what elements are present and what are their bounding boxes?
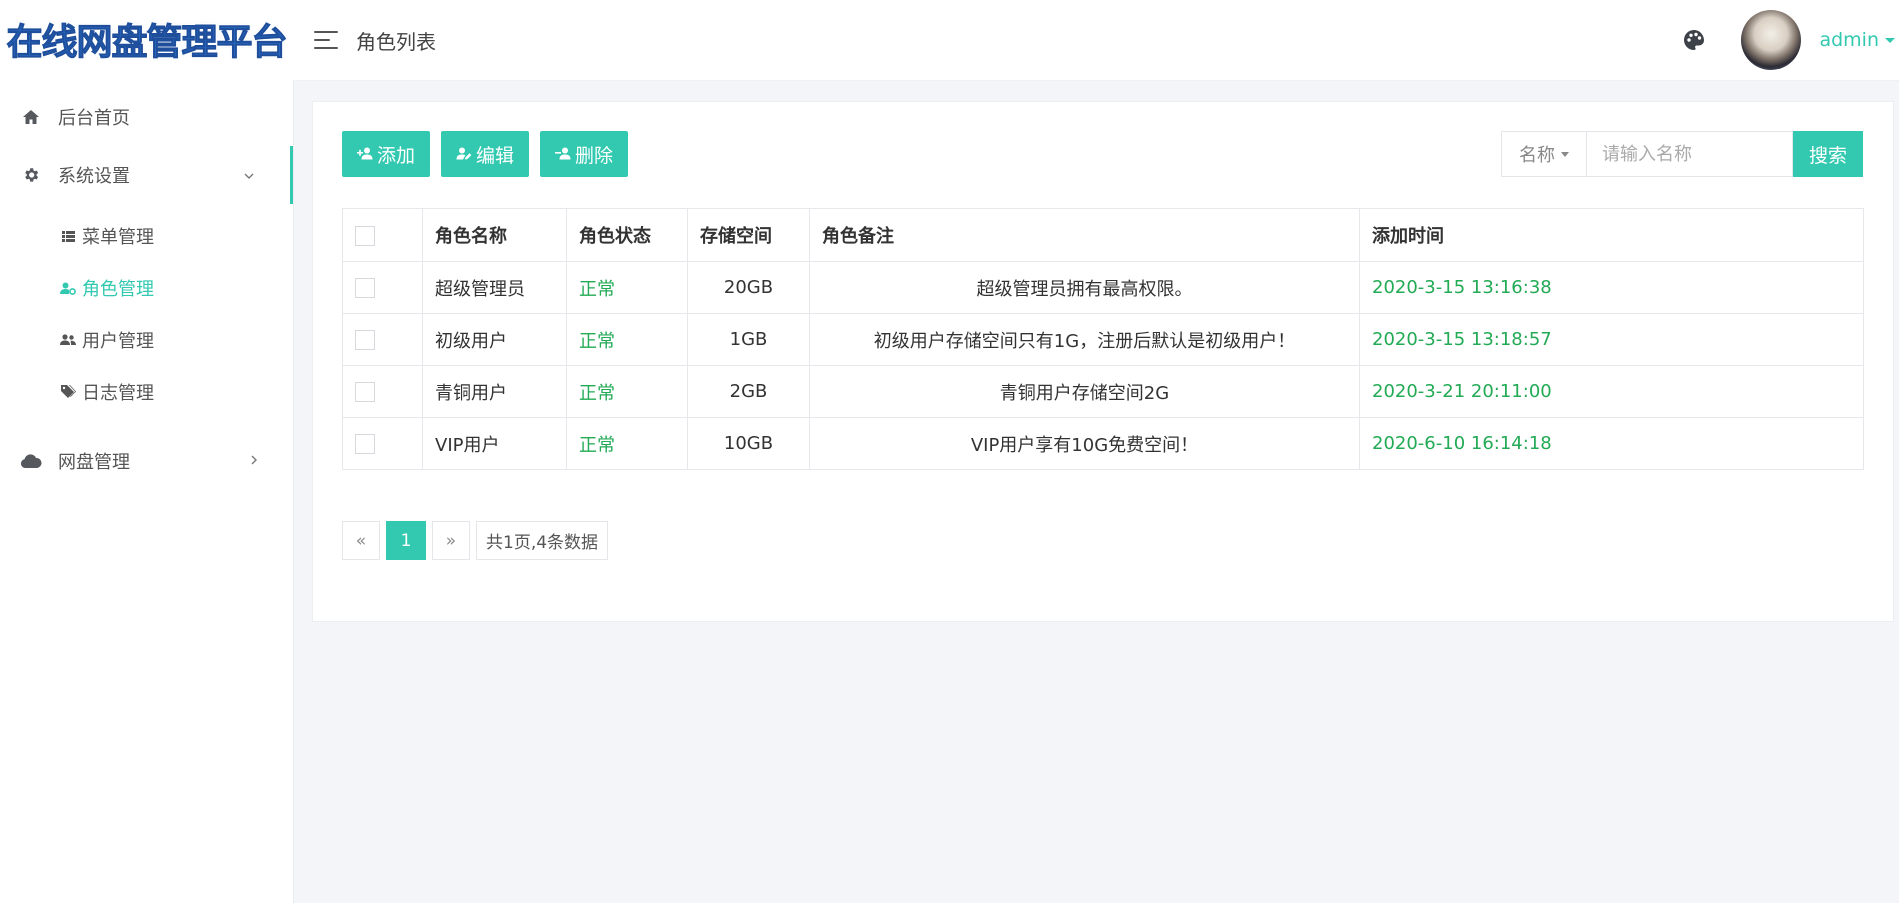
cell-remark: 青铜用户存储空间2G xyxy=(809,365,1360,418)
row-checkbox[interactable] xyxy=(355,330,375,350)
system-settings-submenu: 菜单管理 角色管理 用户管理 日志管理 xyxy=(0,204,293,432)
user-name[interactable]: admin xyxy=(1819,29,1879,51)
tags-icon xyxy=(60,384,76,400)
cell-status: 正常 xyxy=(566,417,688,470)
row-checkbox[interactable] xyxy=(355,434,375,454)
page-title: 角色列表 xyxy=(356,29,436,54)
cell-time: 2020-6-10 16:14:18 xyxy=(1359,417,1864,470)
cell-name: 超级管理员 xyxy=(422,261,567,314)
row-checkbox[interactable] xyxy=(355,278,375,298)
sidebar-item-label: 用户管理 xyxy=(82,331,154,352)
table-header-row: 角色名称 角色状态 存储空间 角色备注 添加时间 xyxy=(342,208,1864,262)
delete-button-label: 删除 xyxy=(575,144,614,167)
select-all-checkbox[interactable] xyxy=(355,225,375,246)
sidebar-item-home[interactable]: 后台首页 xyxy=(0,88,293,146)
palette-icon[interactable] xyxy=(1681,27,1707,53)
menu-toggle-icon[interactable] xyxy=(314,31,338,49)
add-button-label: 添加 xyxy=(377,144,416,167)
cell-space: 20GB xyxy=(687,261,810,314)
cloud-icon xyxy=(20,450,42,472)
toolbar: 添加 编辑 删除 xyxy=(342,131,629,177)
list-icon xyxy=(60,228,76,244)
sidebar-item-label: 后台首页 xyxy=(58,108,130,129)
pagination-info: 共1页,4条数据 xyxy=(476,521,609,560)
cell-time: 2020-3-15 13:18:57 xyxy=(1359,313,1864,366)
content-card: 添加 编辑 删除 名称 搜索 角色名称 角色状态 存储空间 角色备注 添加时间 xyxy=(312,101,1894,622)
select-all-cell xyxy=(342,208,423,262)
col-header[interactable]: 添加时间 xyxy=(1359,208,1864,262)
caret-down-icon xyxy=(1561,151,1569,157)
user-gear-icon xyxy=(60,280,76,296)
sidebar-item-label: 角色管理 xyxy=(82,279,154,300)
table-row[interactable]: 青铜用户 正常 2GB 青铜用户存储空间2G 2020-3-21 20:11:0… xyxy=(342,365,1864,418)
search-field-label: 名称 xyxy=(1519,145,1555,166)
cell-time: 2020-3-21 20:11:00 xyxy=(1359,365,1864,418)
sidebar-item-role-management[interactable]: 角色管理 xyxy=(0,262,293,314)
cell-remark: VIP用户享有10G免费空间！ xyxy=(809,417,1360,470)
table-row[interactable]: 超级管理员 正常 20GB 超级管理员拥有最高权限。 2020-3-15 13:… xyxy=(342,261,1864,314)
logo[interactable]: 在线网盘管理平台 xyxy=(0,0,293,78)
cell-name: 初级用户 xyxy=(422,313,567,366)
cell-time: 2020-3-15 13:16:38 xyxy=(1359,261,1864,314)
sidebar-item-label: 系统设置 xyxy=(58,166,130,187)
roles-table: 角色名称 角色状态 存储空间 角色备注 添加时间 超级管理员 正常 20GB 超… xyxy=(342,208,1864,470)
cell-name: 青铜用户 xyxy=(422,365,567,418)
cell-status: 正常 xyxy=(566,365,688,418)
cell-remark: 初级用户存储空间只有1G，注册后默认是初级用户！ xyxy=(809,313,1360,366)
sidebar-item-label: 日志管理 xyxy=(82,383,154,404)
sidebar-item-log-management[interactable]: 日志管理 xyxy=(0,366,293,418)
gear-icon xyxy=(20,164,42,186)
cell-remark: 超级管理员拥有最高权限。 xyxy=(809,261,1360,314)
user-plus-icon xyxy=(357,147,375,161)
col-header[interactable]: 角色名称 xyxy=(422,208,567,262)
user-minus-icon xyxy=(555,147,573,161)
search-bar: 名称 搜索 xyxy=(1501,131,1863,177)
col-header[interactable]: 存储空间 xyxy=(687,208,810,262)
chevron-down-icon xyxy=(244,167,254,183)
cell-name: VIP用户 xyxy=(422,417,567,470)
table-row[interactable]: VIP用户 正常 10GB VIP用户享有10G免费空间！ 2020-6-10 … xyxy=(342,417,1864,470)
user-edit-icon xyxy=(456,147,474,161)
row-select-cell xyxy=(342,261,423,314)
page-1-button[interactable]: 1 xyxy=(386,521,426,560)
search-field-select[interactable]: 名称 xyxy=(1501,131,1586,177)
header-right: admin xyxy=(1681,0,1899,80)
caret-down-icon[interactable] xyxy=(1885,37,1895,43)
cell-status: 正常 xyxy=(566,313,688,366)
cell-space: 1GB xyxy=(687,313,810,366)
sidebar: 在线网盘管理平台 后台首页 系统设置 菜单管理 角色管理 用户管理 日志管理 网… xyxy=(0,0,294,903)
col-header[interactable]: 角色状态 xyxy=(566,208,688,262)
top-header: 角色列表 admin xyxy=(293,0,1899,81)
row-select-cell xyxy=(342,313,423,366)
sidebar-item-menu-management[interactable]: 菜单管理 xyxy=(0,210,293,262)
cell-space: 10GB xyxy=(687,417,810,470)
home-icon xyxy=(20,106,42,128)
sidebar-item-netdisk[interactable]: 网盘管理 xyxy=(0,432,293,490)
chevron-right-icon xyxy=(251,453,257,469)
add-button[interactable]: 添加 xyxy=(342,131,431,177)
avatar[interactable] xyxy=(1741,10,1802,70)
row-select-cell xyxy=(342,365,423,418)
cell-space: 2GB xyxy=(687,365,810,418)
prev-page-button[interactable]: « xyxy=(342,521,380,560)
col-header[interactable]: 角色备注 xyxy=(809,208,1360,262)
users-icon xyxy=(60,332,76,348)
row-select-cell xyxy=(342,417,423,470)
sidebar-item-label: 网盘管理 xyxy=(58,452,130,473)
delete-button[interactable]: 删除 xyxy=(540,131,629,177)
sidebar-item-user-management[interactable]: 用户管理 xyxy=(0,314,293,366)
edit-button[interactable]: 编辑 xyxy=(441,131,530,177)
edit-button-label: 编辑 xyxy=(476,144,515,167)
sidebar-nav: 后台首页 系统设置 菜单管理 角色管理 用户管理 日志管理 网盘管理 xyxy=(0,88,293,490)
table-row[interactable]: 初级用户 正常 1GB 初级用户存储空间只有1G，注册后默认是初级用户！ 202… xyxy=(342,313,1864,366)
pagination: « 1 » 共1页,4条数据 xyxy=(342,521,609,560)
cell-status: 正常 xyxy=(566,261,688,314)
search-button[interactable]: 搜索 xyxy=(1793,131,1863,177)
sidebar-item-label: 菜单管理 xyxy=(82,227,154,248)
row-checkbox[interactable] xyxy=(355,382,375,402)
sidebar-item-system-settings[interactable]: 系统设置 xyxy=(0,146,293,204)
search-input[interactable] xyxy=(1586,131,1793,177)
next-page-button[interactable]: » xyxy=(432,521,470,560)
logo-text: 在线网盘管理平台 xyxy=(6,22,288,64)
